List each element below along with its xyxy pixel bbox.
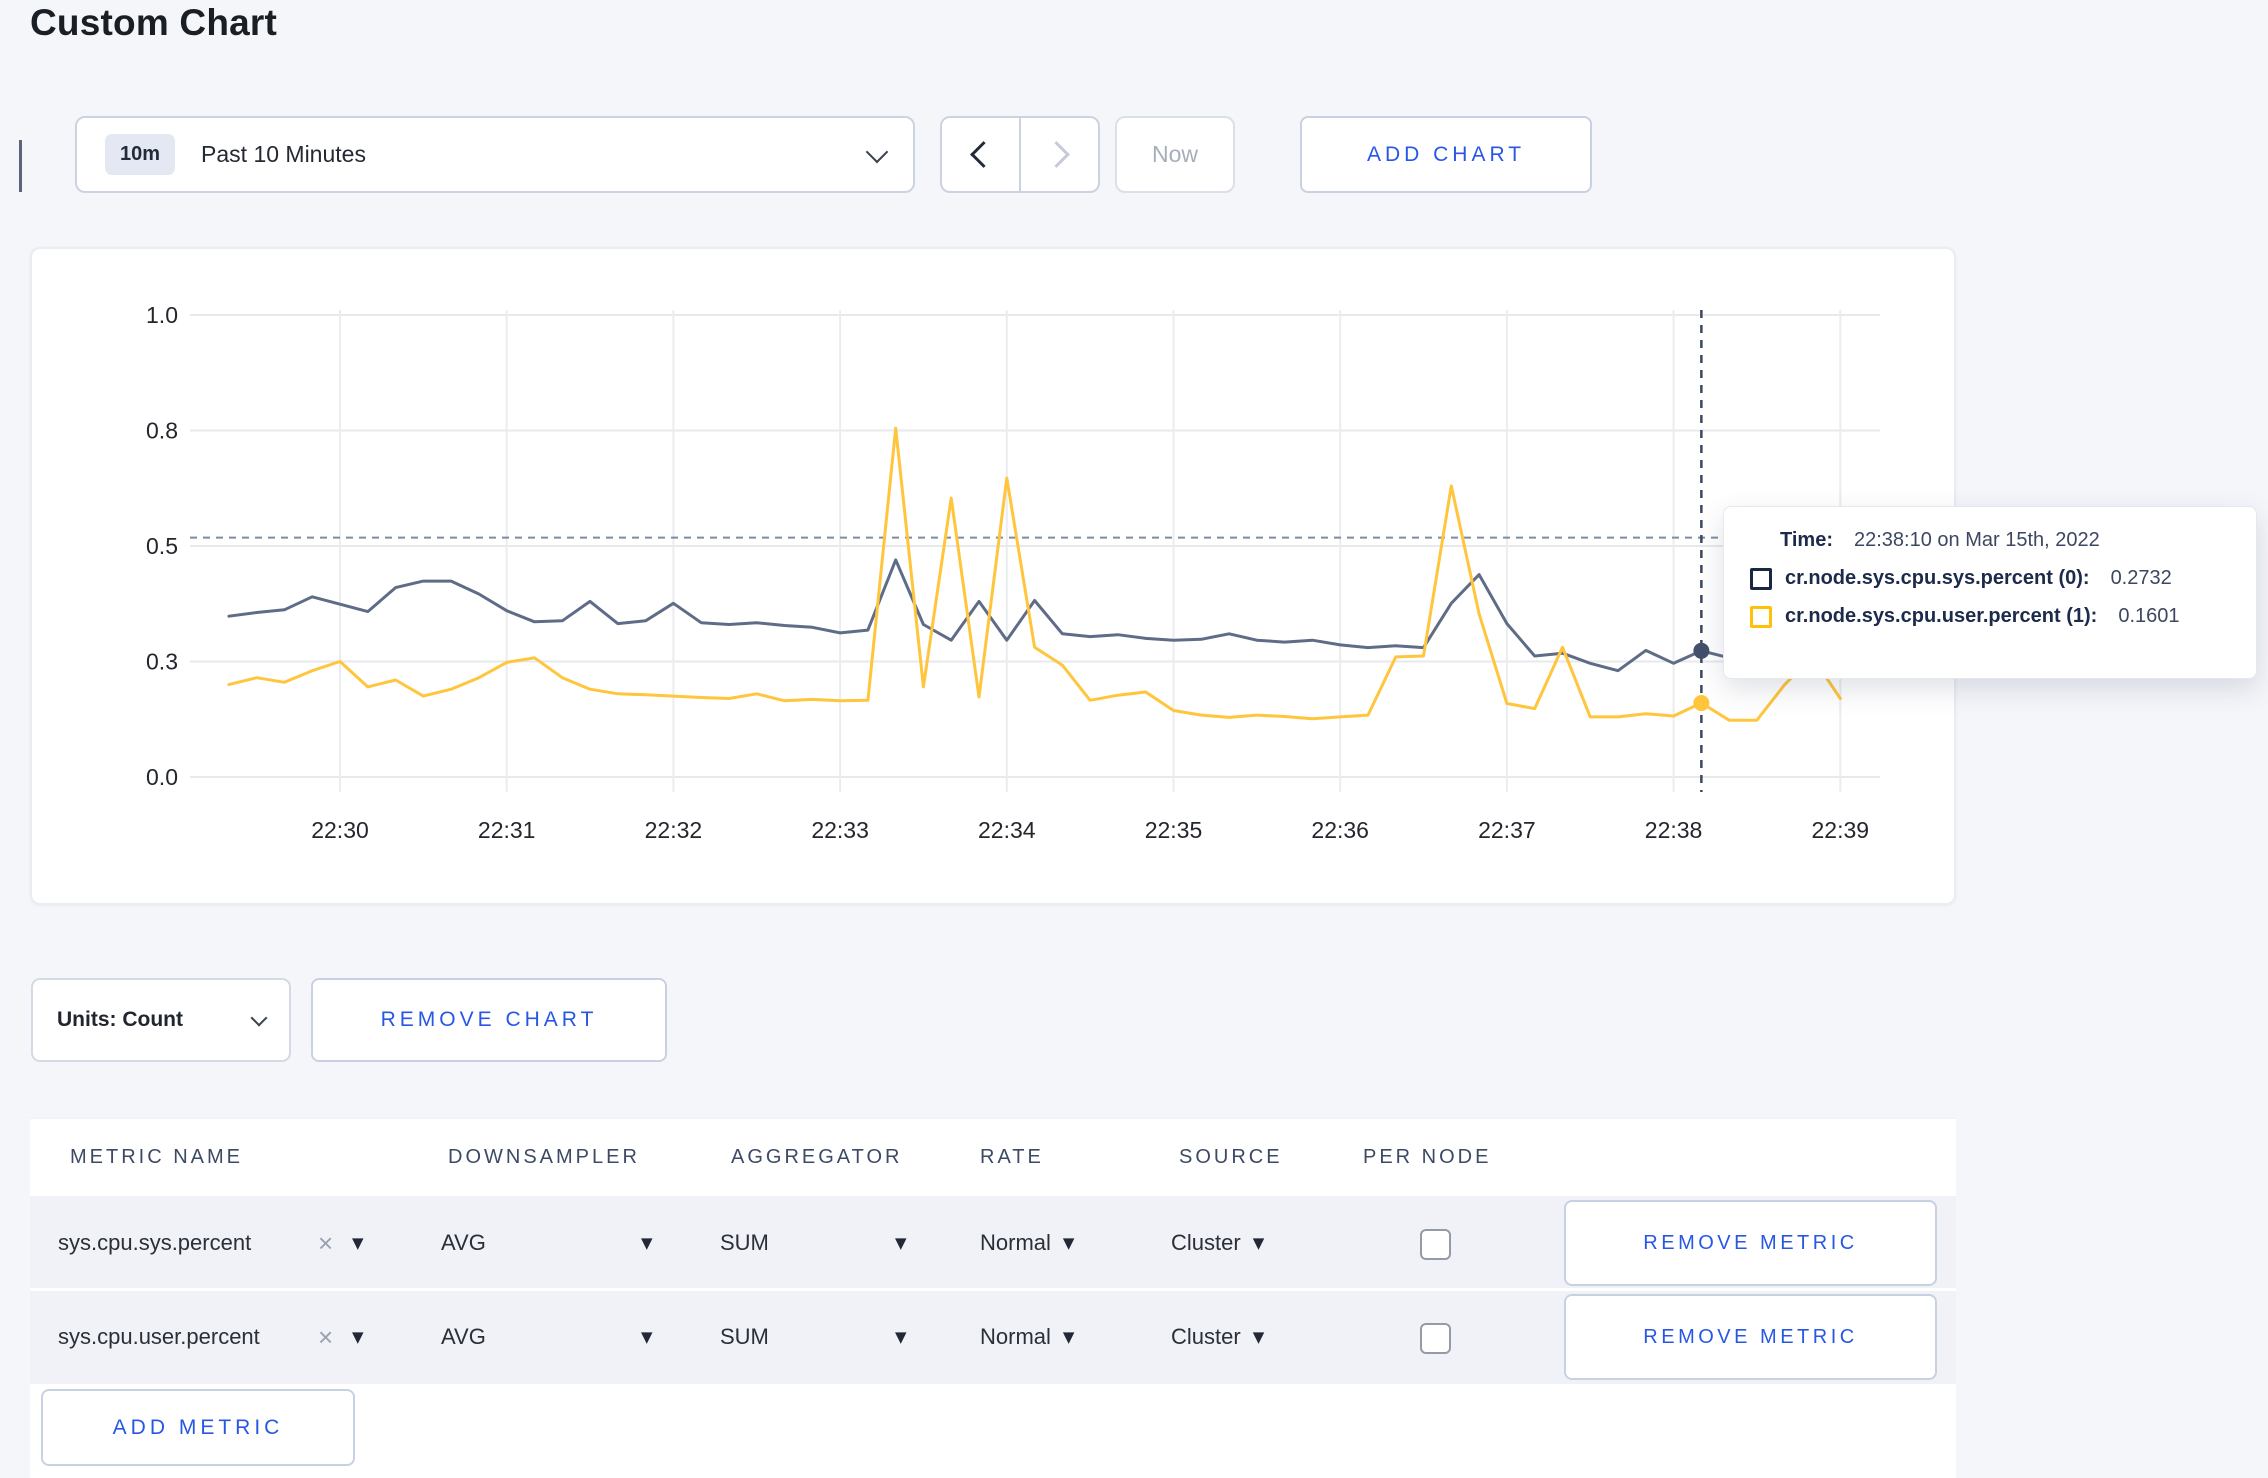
metrics-table-header: METRIC NAME DOWNSAMPLER AGGREGATOR RATE … — [0, 1118, 2268, 1196]
aggregator-select[interactable]: SUM — [720, 1290, 769, 1384]
chevron-right-icon — [1043, 141, 1070, 168]
per-node-checkbox[interactable] — [1420, 1323, 1451, 1354]
col-downsampler: DOWNSAMPLER — [448, 1145, 640, 1168]
remove-metric-button[interactable]: REMOVE METRIC — [1564, 1200, 1937, 1286]
next-range-button[interactable] — [1021, 118, 1098, 191]
metric-name-value[interactable]: sys.cpu.user.percent — [58, 1290, 260, 1384]
col-per-node: PER NODE — [1363, 1145, 1492, 1168]
time-range-badge: 10m — [105, 134, 176, 175]
chevron-down-icon — [865, 140, 889, 163]
add-metric-button[interactable]: ADD METRIC — [41, 1389, 355, 1466]
source-select[interactable]: Cluster ▼ — [1171, 1196, 1264, 1290]
time-nav-group — [940, 116, 1100, 193]
tooltip-series-label: cr.node.sys.cpu.sys.percent (0): — [1785, 567, 2090, 589]
chart-tooltip: Time: 22:38:10 on Mar 15th, 2022 cr.node… — [1723, 506, 2257, 679]
tooltip-series-label: cr.node.sys.cpu.user.percent (1): — [1785, 605, 2098, 627]
left-divider — [19, 140, 22, 192]
rate-select[interactable]: Normal ▼ — [980, 1290, 1074, 1384]
series-user-swatch-icon — [1750, 605, 1772, 628]
units-select[interactable]: Units: Count — [31, 978, 291, 1062]
time-range-select[interactable]: 10m Past 10 Minutes — [75, 116, 915, 193]
series-sys-swatch-icon — [1750, 567, 1772, 590]
time-range-label: Past 10 Minutes — [201, 141, 366, 167]
source-select[interactable]: Cluster ▼ — [1171, 1290, 1264, 1384]
chevron-left-icon — [970, 141, 997, 168]
prev-range-button[interactable] — [942, 118, 1021, 191]
rate-select[interactable]: Normal ▼ — [980, 1196, 1074, 1290]
chevron-down-icon[interactable]: ▼ — [895, 1290, 907, 1384]
clear-metric-icon[interactable]: × — [318, 1196, 333, 1290]
remove-chart-button[interactable]: REMOVE CHART — [311, 978, 667, 1062]
metric-row: sys.cpu.sys.percent × ▼ AVG ▼ SUM ▼ Norm… — [0, 1196, 2268, 1290]
chevron-down-icon — [250, 1009, 268, 1027]
custom-chart-page: Custom Chart 10m Past 10 Minutes Now ADD… — [0, 0, 2268, 1478]
now-button[interactable]: Now — [1115, 116, 1235, 193]
downsampler-select[interactable]: AVG — [441, 1196, 486, 1290]
chevron-down-icon[interactable]: ▼ — [895, 1196, 907, 1290]
col-source: SOURCE — [1179, 1145, 1283, 1168]
metric-row: sys.cpu.user.percent × ▼ AVG ▼ SUM ▼ Nor… — [0, 1290, 2268, 1384]
metric-dropdown-icon[interactable]: ▼ — [352, 1290, 364, 1384]
tooltip-series-value: 0.2732 — [2110, 567, 2172, 589]
tooltip-time-label: Time: — [1780, 529, 1833, 551]
tooltip-time-value: 22:38:10 on Mar 15th, 2022 — [1853, 529, 2100, 551]
col-metric-name: METRIC NAME — [70, 1145, 243, 1168]
clear-metric-icon[interactable]: × — [318, 1290, 333, 1384]
downsampler-select[interactable]: AVG — [441, 1290, 486, 1384]
chevron-down-icon[interactable]: ▼ — [641, 1290, 653, 1384]
tooltip-series-value: 0.1601 — [2118, 605, 2180, 627]
add-chart-button[interactable]: ADD CHART — [1300, 116, 1592, 193]
metric-dropdown-icon[interactable]: ▼ — [352, 1196, 364, 1290]
chevron-down-icon[interactable]: ▼ — [641, 1196, 653, 1290]
aggregator-select[interactable]: SUM — [720, 1196, 769, 1290]
remove-metric-button[interactable]: REMOVE METRIC — [1564, 1294, 1937, 1380]
chart-card — [30, 247, 1956, 905]
col-rate: RATE — [980, 1145, 1044, 1168]
metric-name-value[interactable]: sys.cpu.sys.percent — [58, 1196, 251, 1290]
col-aggregator: AGGREGATOR — [731, 1145, 903, 1168]
page-title: Custom Chart — [30, 2, 278, 43]
per-node-checkbox[interactable] — [1420, 1229, 1451, 1260]
